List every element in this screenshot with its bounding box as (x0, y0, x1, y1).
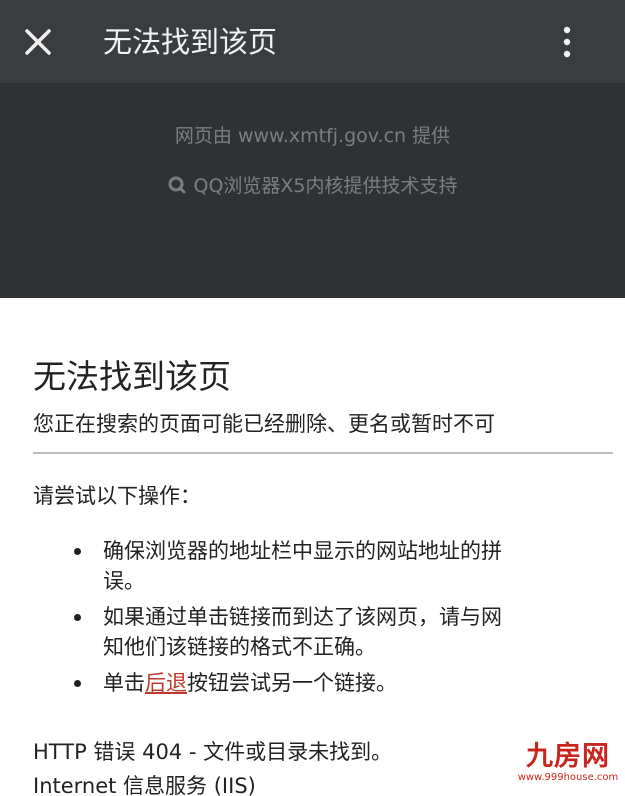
engine-credit: QQ浏览器X5内核提供技术支持 (0, 171, 625, 200)
more-options-button[interactable] (552, 22, 582, 62)
top-app-bar: 无法找到该页 (0, 0, 625, 83)
tip-suffix: 按钮尝试另一个链接。 (187, 671, 397, 695)
tip-text-line: 单击后退按钮尝试另一个链接。 (103, 668, 625, 698)
close-icon (25, 29, 51, 55)
suggestions-heading: 请尝试以下操作： (33, 484, 201, 508)
window-title: 无法找到该页 (103, 25, 278, 59)
divider (33, 452, 613, 454)
server-info-text: Internet 信息服务 (IIS) (33, 774, 256, 796)
bullet (74, 680, 81, 687)
tip-text-line: 如果通过单击链接而到达了该网页，请与网 (103, 605, 502, 629)
error-description: 您正在搜索的页面可能已经删除、更名或暂时不可 (33, 412, 495, 436)
site-watermark: 九房网 www.999house.com (515, 742, 621, 792)
back-link[interactable]: 后退 (145, 671, 187, 695)
tip-prefix: 单击 (103, 671, 145, 695)
list-item: 确保浏览器的地址栏中显示的网站地址的拼 误。 (74, 536, 625, 596)
engine-credit-text: QQ浏览器X5内核提供技术支持 (193, 175, 458, 197)
close-button[interactable] (18, 22, 58, 62)
list-item: 单击后退按钮尝试另一个链接。 (74, 668, 625, 698)
provider-banner: 网页由 www.xmtfj.gov.cn 提供 QQ浏览器X5内核提供技术支持 (0, 83, 625, 298)
list-item: 如果通过单击链接而到达了该网页，请与网 知他们该链接的格式不正确。 (74, 602, 625, 662)
watermark-url: www.999house.com (517, 772, 619, 783)
error-page: 无法找到该页 您正在搜索的页面可能已经删除、更名或暂时不可 请尝试以下操作： 确… (0, 298, 625, 796)
bullet (74, 614, 81, 621)
tip-text-line: 误。 (103, 569, 145, 593)
more-vertical-icon (563, 26, 571, 58)
watermark-name: 九房网 (526, 741, 610, 772)
bullet (74, 548, 81, 555)
page-title: 无法找到该页 (33, 357, 231, 396)
tip-text-line: 知他们该链接的格式不正确。 (103, 635, 376, 659)
tip-text-line: 确保浏览器的地址栏中显示的网站地址的拼 (103, 539, 502, 563)
http-error-text: HTTP 错误 404 - 文件或目录未找到。 (33, 740, 393, 764)
suggestions-list: 确保浏览器的地址栏中显示的网站地址的拼 误。 如果通过单击链接而到达了该网页，请… (74, 536, 625, 704)
qq-browser-icon (167, 175, 187, 200)
provider-text: 网页由 www.xmtfj.gov.cn 提供 (174, 125, 451, 147)
